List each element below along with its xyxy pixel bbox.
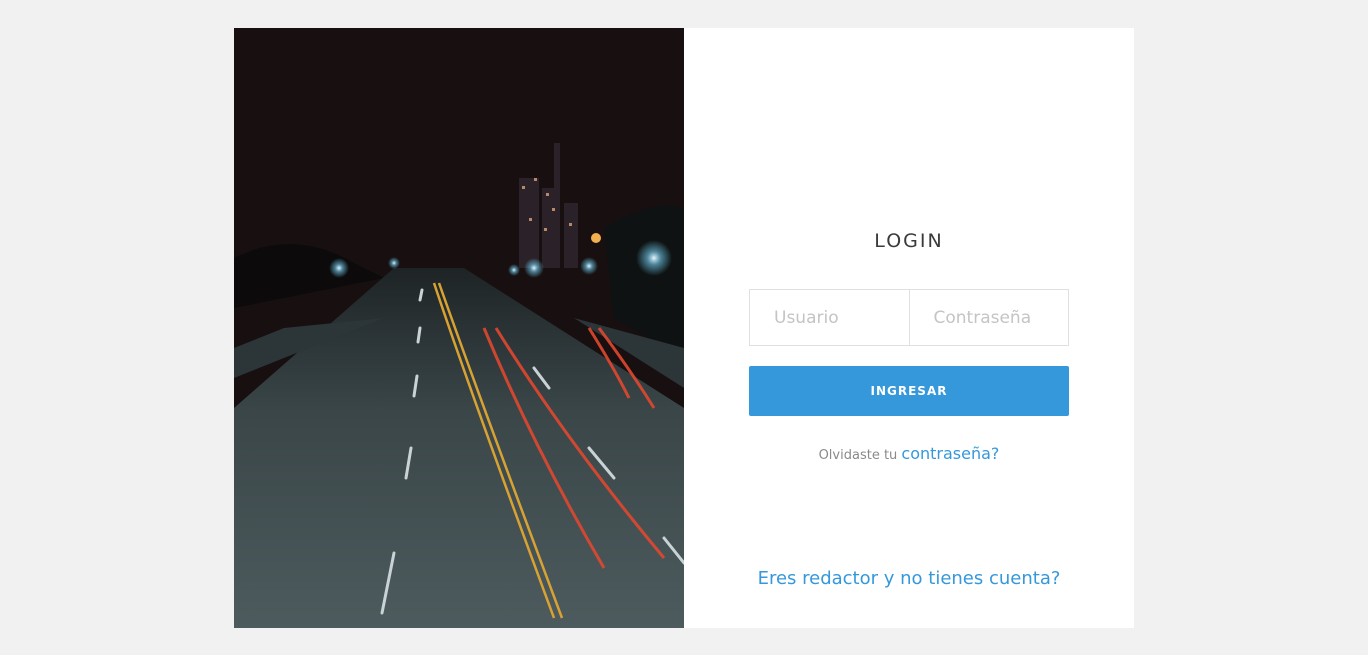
login-card: LOGIN INGRESAR Olvidaste tu contraseña? … [234, 28, 1134, 628]
password-input[interactable] [908, 290, 1068, 345]
forgot-prefix: Olvidaste tu [818, 448, 902, 463]
register-row: Eres redactor y no tienes cuenta? [684, 568, 1134, 589]
register-link[interactable]: Eres redactor y no tienes cuenta? [758, 568, 1061, 589]
submit-button[interactable]: INGRESAR [749, 366, 1069, 416]
credentials-row [749, 289, 1069, 346]
forgot-password-link[interactable]: contraseña? [901, 444, 999, 463]
forgot-password: Olvidaste tu contraseña? [684, 444, 1134, 463]
night-road-illustration [234, 28, 684, 628]
username-input[interactable] [750, 290, 909, 345]
login-title: LOGIN [874, 230, 944, 252]
login-panel: LOGIN INGRESAR Olvidaste tu contraseña? … [684, 28, 1134, 628]
night-road-photo [234, 28, 684, 628]
